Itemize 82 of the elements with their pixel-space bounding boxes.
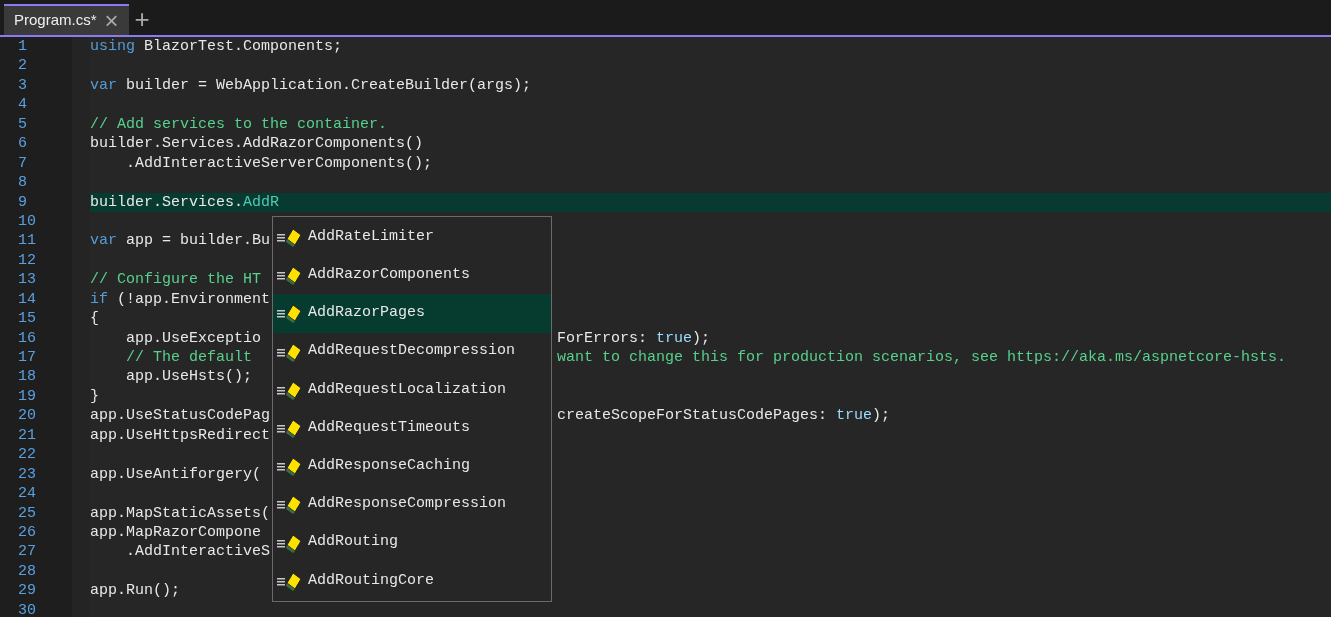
line-number: 15 (18, 310, 36, 328)
code-keyword: if (90, 289, 108, 310)
completion-item[interactable]: AddRazorPages (273, 294, 551, 333)
code-text: app.Run(); (90, 581, 180, 601)
code-text: createScopeForStatusCodePages: (557, 406, 829, 426)
code-text: app.MapStaticAssets( (90, 503, 271, 523)
line-number: 8 (18, 174, 27, 192)
line-number: 22 (18, 446, 36, 464)
line-number: 6 (18, 135, 27, 153)
code-text: builder.Services. (90, 192, 244, 212)
completion-item[interactable]: AddRequestDecompression (273, 332, 551, 371)
code-text: ); (872, 406, 891, 426)
line-number: 5 (18, 115, 27, 133)
code-text: app.UseHsts(); (125, 367, 253, 387)
code-literal: true (836, 406, 873, 426)
code-text: .AddInteractiveServerComponents(); (125, 153, 433, 174)
code-text: app = builder.Bu (125, 231, 271, 251)
line-number: 1 (18, 38, 27, 55)
completion-item[interactable]: AddRequestTimeouts (273, 408, 551, 448)
code-text: .AddInteractiveS (125, 542, 271, 562)
line-number: 30 (18, 601, 36, 617)
line-number: 12 (18, 251, 36, 269)
line-number: 27 (18, 543, 36, 561)
line-number: 11 (18, 232, 36, 250)
line-number: 7 (18, 154, 27, 172)
line-number: 18 (18, 368, 36, 386)
extension-method-icon (276, 302, 304, 325)
code-comment: want to change this for production scenarios, see https://aka.ms/aspnetcore-hsts. (557, 348, 1287, 368)
code-comment: // Configure the HT (90, 270, 262, 290)
completion-item[interactable]: AddResponseCaching (273, 447, 551, 486)
code-identifier: AddR (243, 192, 280, 212)
line-number: 4 (18, 96, 27, 114)
code-text: app.UseExceptio (125, 328, 262, 348)
code-text: app.MapRazorCompone (90, 522, 262, 543)
close-icon[interactable]: × (104, 8, 119, 33)
extension-method-icon (276, 226, 304, 249)
line-number: 2 (18, 57, 27, 75)
code-text: app.UseStatusCodePag (90, 406, 271, 426)
line-number: 26 (18, 523, 36, 541)
extension-method-icon (276, 455, 304, 478)
completion-item[interactable]: AddRazorComponents (273, 256, 551, 295)
code-text: BlazorTest.Components; (143, 37, 343, 57)
line-number: 23 (18, 465, 36, 483)
code-literal: true (656, 328, 693, 348)
completion-item[interactable]: AddRouting (273, 523, 551, 562)
code-comment: // The default (125, 348, 253, 368)
line-number: 25 (18, 504, 36, 522)
line-number: 3 (18, 76, 27, 94)
line-number: 19 (18, 387, 36, 405)
completion-item[interactable]: AddRoutingCore (273, 561, 551, 600)
code-comment: // Add services to the container. (90, 114, 388, 135)
line-number: 21 (18, 426, 36, 444)
code-text: builder.Services.AddRazorComponents() (90, 134, 424, 154)
completion-item[interactable]: AddResponseCompression (273, 485, 551, 524)
editor-tab[interactable]: Program.cs* × (4, 4, 129, 35)
line-number: 9 (18, 193, 27, 211)
completion-item[interactable]: AddRateLimiter (273, 218, 551, 257)
code-text: app.UseHttpsRedirect (90, 425, 271, 446)
code-text: builder = WebApplication.CreateBuilder(args); (125, 75, 532, 96)
code-keyword: var (90, 75, 117, 96)
code-text: ); (692, 328, 711, 348)
line-number: 10 (18, 212, 36, 230)
code-text: (!app.Environment (116, 289, 271, 310)
line-number: 17 (18, 349, 36, 366)
extension-method-icon (276, 493, 304, 516)
code-keyword: using (90, 37, 135, 57)
line-number: 16 (18, 329, 36, 347)
code-text: ForErrors: (557, 328, 648, 348)
new-tab-button[interactable]: + (134, 6, 150, 32)
extension-method-icon (276, 264, 304, 287)
code-text: } (90, 386, 99, 407)
line-number: 20 (18, 407, 36, 425)
line-number: 29 (18, 582, 36, 600)
line-number: 24 (18, 485, 36, 503)
extension-method-icon (276, 417, 304, 440)
line-number: 14 (18, 290, 36, 308)
code-text: { (90, 309, 99, 329)
code-text: app.UseAntiforgery( (90, 464, 262, 485)
completion-item[interactable]: AddRequestLocalization (273, 370, 551, 409)
code-keyword: var (90, 231, 117, 251)
line-number: 13 (18, 271, 36, 289)
line-number: 28 (18, 562, 36, 580)
